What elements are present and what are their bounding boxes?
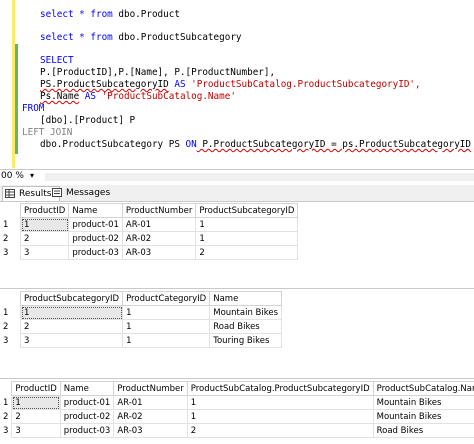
zoom-dropdown-icon[interactable]: ▾ — [30, 171, 34, 180]
table-cell[interactable]: AR-01 — [113, 395, 188, 410]
results-grid-1[interactable]: ProductID Name ProductNumber ProductSubc… — [0, 203, 299, 260]
code-line-6[interactable]: Ps.Name AS 'ProductSubCatalog.Name' — [40, 90, 236, 103]
table-cell[interactable]: 2 — [186, 423, 374, 438]
row-number: 1 — [0, 395, 12, 410]
table-cell[interactable]: 2 — [19, 231, 70, 246]
table-cell[interactable]: 3 — [19, 333, 124, 348]
row-number: 3 — [0, 245, 21, 260]
grid-icon — [5, 189, 15, 198]
table-row[interactable]: 2 2 1 Road Bikes — [0, 319, 283, 334]
table-cell[interactable]: product-03 — [59, 423, 115, 438]
table-cell[interactable]: Road Bikes — [209, 319, 283, 334]
table-row[interactable]: 3 3 product-03 AR-03 2 Road Bikes — [0, 423, 474, 438]
table-cell[interactable]: 3 — [19, 245, 70, 260]
table-row[interactable]: 1 1 product-01 AR-01 1 — [0, 217, 299, 232]
results-tab-strip: Results Messages — [0, 185, 474, 202]
code-line-1[interactable]: select * from dbo.Product — [40, 8, 180, 21]
table-row[interactable]: 3 3 product-03 AR-03 2 — [0, 245, 299, 260]
table-cell[interactable]: 1 — [195, 231, 299, 246]
table-cell[interactable]: AR-03 — [121, 245, 197, 260]
row-number: 2 — [0, 231, 21, 246]
table-row[interactable]: 2 2 product-02 AR-02 1 Mountain Bikes — [0, 409, 474, 424]
table-cell[interactable]: 1 — [122, 333, 211, 348]
tab-messages[interactable]: Messages — [50, 186, 116, 200]
table-row[interactable]: 2 2 product-02 AR-02 1 — [0, 231, 299, 246]
column-header[interactable]: ProductCategoryID — [122, 291, 211, 306]
grid-corner — [0, 291, 21, 306]
grid-header-row: ProductSubcategoryID ProductCategoryID N… — [0, 291, 283, 306]
table-cell[interactable]: Mountain Bikes — [209, 305, 283, 320]
table-cell[interactable]: 1 — [122, 305, 211, 320]
table-cell[interactable]: product-01 — [59, 395, 115, 410]
row-number: 1 — [0, 305, 21, 320]
column-header[interactable]: ProductNumber — [121, 203, 197, 218]
table-cell[interactable]: product-01 — [68, 217, 123, 232]
column-header[interactable]: ProductID — [11, 381, 61, 396]
table-cell[interactable]: 1 — [11, 395, 61, 410]
grid-corner — [0, 381, 12, 396]
table-row[interactable]: 1 1 1 Mountain Bikes — [0, 305, 283, 320]
messages-icon — [52, 188, 62, 197]
table-cell[interactable]: 2 — [11, 409, 61, 424]
table-cell[interactable]: 1 — [186, 409, 374, 424]
results-grid-2[interactable]: ProductSubcategoryID ProductCategoryID N… — [0, 291, 283, 348]
row-number: 3 — [0, 333, 21, 348]
grid-header-row: ProductID Name ProductNumber ProductSubc… — [0, 203, 299, 218]
table-cell[interactable]: 2 — [195, 245, 299, 260]
table-cell[interactable]: AR-01 — [121, 217, 197, 232]
column-header[interactable]: Name — [209, 291, 283, 306]
saved-change-gutter — [15, 44, 18, 154]
horizontal-scrollbar[interactable] — [45, 173, 474, 181]
table-cell[interactable]: AR-03 — [113, 423, 188, 438]
grid-header-row: ProductID Name ProductNumber ProductSubC… — [0, 381, 474, 396]
grid-separator — [0, 288, 474, 289]
table-row[interactable]: 3 3 1 Touring Bikes — [0, 333, 283, 348]
table-cell[interactable]: Mountain Bikes — [372, 395, 474, 410]
grid-separator — [0, 378, 474, 379]
table-cell[interactable]: 3 — [11, 423, 61, 438]
table-cell[interactable]: AR-02 — [113, 409, 188, 424]
table-cell[interactable]: 1 — [19, 305, 124, 320]
zoom-level[interactable]: 00 % — [1, 171, 24, 181]
column-header[interactable]: Name — [68, 203, 123, 218]
table-cell[interactable]: 1 — [195, 217, 299, 232]
column-header[interactable]: ProductSubCatalog.Name — [372, 381, 474, 396]
table-cell[interactable]: Mountain Bikes — [372, 409, 474, 424]
zoom-bar: 00 % ▾ — [0, 169, 474, 184]
tab-results-label: Results — [19, 189, 52, 199]
table-cell[interactable]: Road Bikes — [372, 423, 474, 438]
column-header[interactable]: ProductNumber — [113, 381, 188, 396]
row-number: 3 — [0, 423, 12, 438]
table-cell[interactable]: 1 — [186, 395, 374, 410]
row-number: 2 — [0, 409, 12, 424]
column-header[interactable]: ProductSubcategoryID — [195, 203, 299, 218]
results-grid-3[interactable]: ProductID Name ProductNumber ProductSubC… — [0, 381, 474, 438]
column-header[interactable]: ProductSubcategoryID — [19, 291, 124, 306]
table-cell[interactable]: 2 — [19, 319, 124, 334]
table-row[interactable]: 1 1 product-01 AR-01 1 Mountain Bikes — [0, 395, 474, 410]
table-cell[interactable]: 1 — [122, 319, 211, 334]
row-number: 2 — [0, 319, 21, 334]
code-line-10[interactable]: dbo.ProductSubcategory PS ON P.ProductSu… — [40, 138, 471, 151]
row-number: 1 — [0, 217, 21, 232]
column-header[interactable]: Name — [59, 381, 115, 396]
table-cell[interactable]: Touring Bikes — [209, 333, 283, 348]
table-cell[interactable]: 1 — [19, 217, 70, 232]
table-cell[interactable]: product-02 — [59, 409, 115, 424]
grid-corner — [0, 203, 21, 218]
table-cell[interactable]: product-02 — [68, 231, 123, 246]
column-header[interactable]: ProductID — [19, 203, 70, 218]
table-cell[interactable]: product-03 — [68, 245, 123, 260]
code-line-2[interactable]: select * from dbo.ProductSubcategory — [40, 31, 242, 44]
tab-messages-label: Messages — [66, 188, 111, 198]
column-header[interactable]: ProductSubCatalog.ProductSubcategoryID — [186, 381, 374, 396]
table-cell[interactable]: AR-02 — [121, 231, 197, 246]
query-editor[interactable]: select * from dbo.Product select * from … — [0, 0, 474, 168]
